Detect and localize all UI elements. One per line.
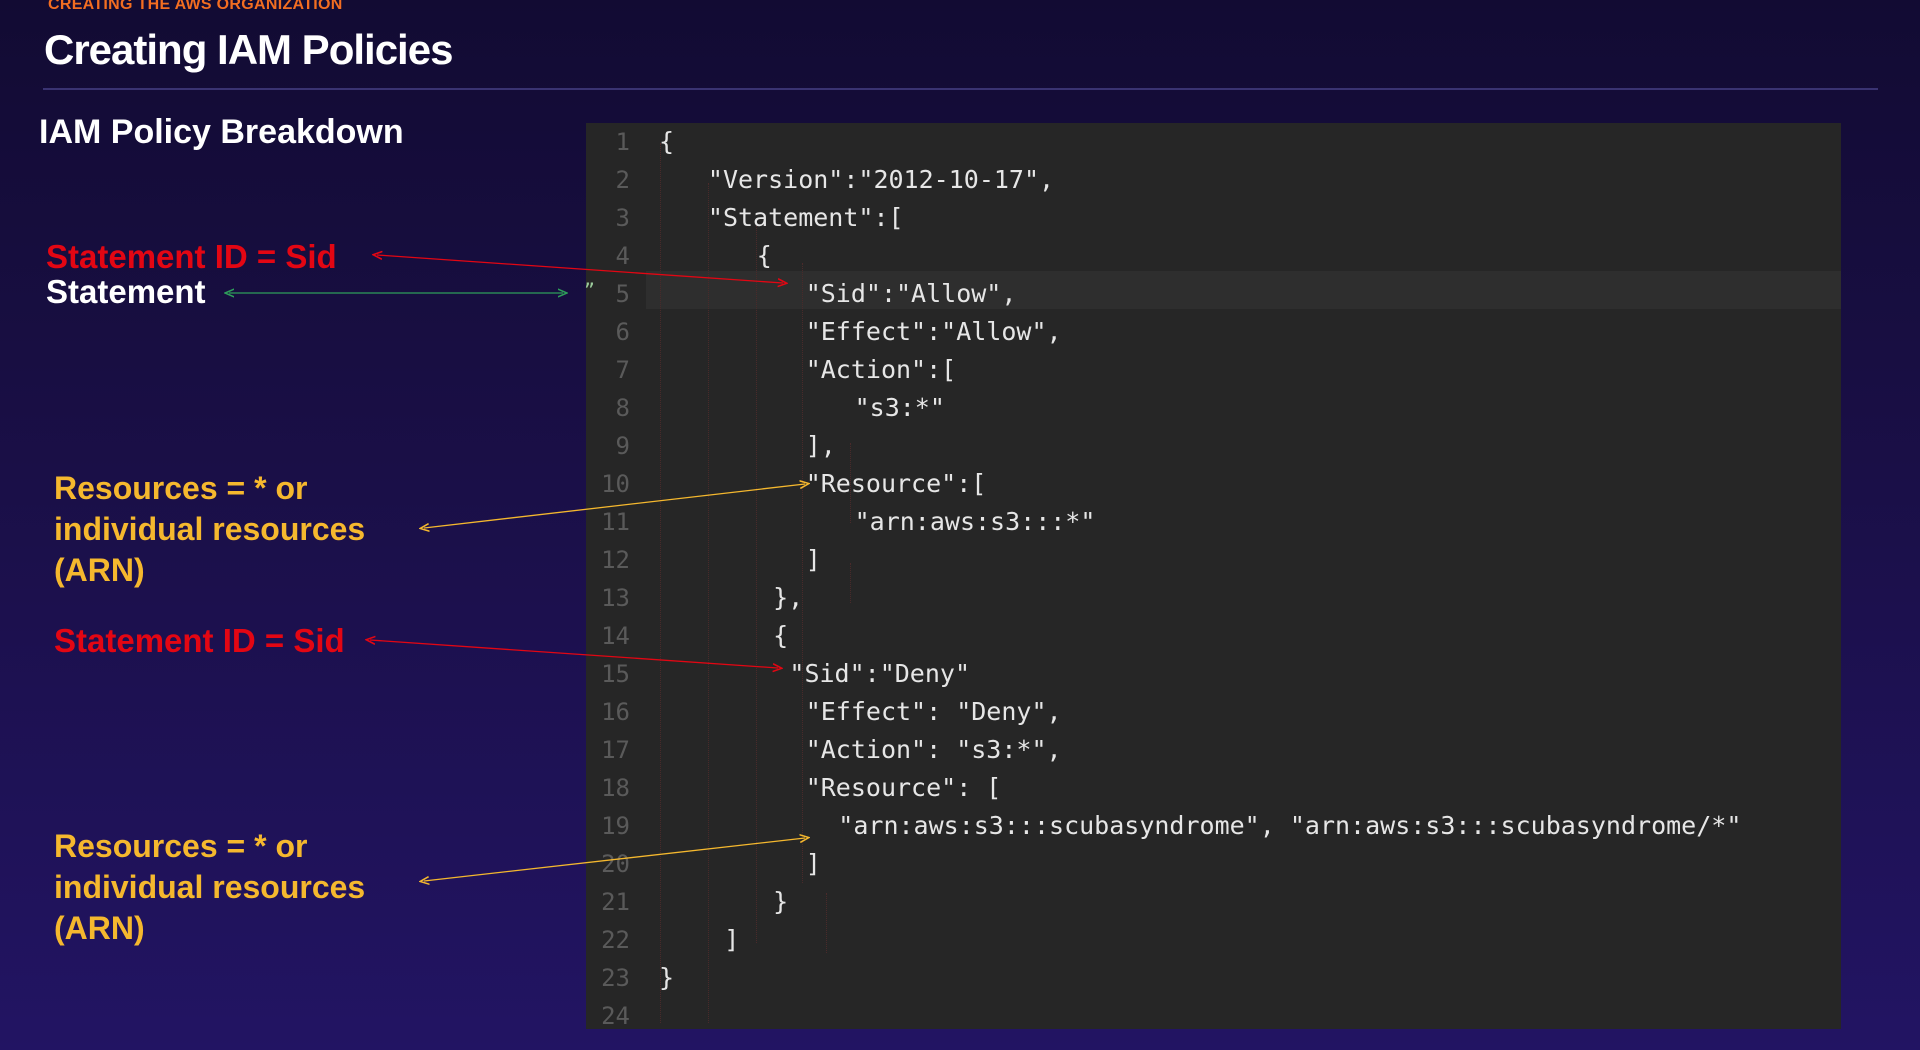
arrow-sid-allow <box>377 255 783 283</box>
arrow-resources-1 <box>424 484 805 528</box>
arrow-sid-deny <box>370 640 778 668</box>
arrow-resources-2 <box>424 838 805 881</box>
annotation-arrows <box>0 0 1920 1050</box>
